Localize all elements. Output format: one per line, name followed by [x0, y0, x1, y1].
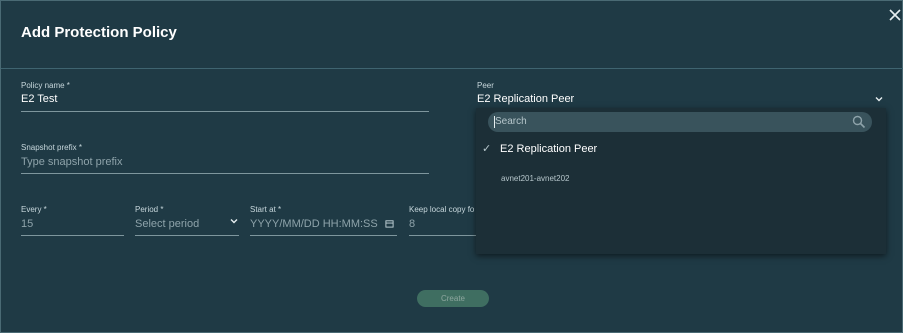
start-at-label: Start at * — [250, 205, 282, 214]
dropdown-option-e2-replication-peer[interactable]: ✓ E2 Replication Peer — [476, 138, 886, 162]
every-value: 15 — [21, 218, 34, 230]
policy-name-field[interactable]: Policy name * E2 Test — [21, 81, 429, 112]
keep-local-copy-value: 8 — [409, 218, 416, 230]
period-label: Period * — [135, 205, 164, 214]
search-placeholder: Search — [495, 116, 527, 127]
close-icon[interactable] — [887, 7, 903, 23]
chevron-down-icon[interactable] — [874, 94, 884, 104]
checkmark-icon: ✓ — [482, 143, 492, 155]
period-select[interactable]: Period * Select period — [135, 205, 239, 236]
peer-dropdown-menu: Search ✓ E2 Replication Peer avnet201-av… — [476, 108, 886, 254]
start-at-placeholder: YYYY/MM/DD HH:MM:SS — [250, 218, 378, 230]
start-at-field[interactable]: Start at * YYYY/MM/DD HH:MM:SS — [250, 205, 397, 236]
dialog-header: Add Protection Policy — [1, 1, 903, 69]
peer-select[interactable]: Peer E2 Replication Peer — [477, 81, 889, 107]
policy-name-label: Policy name * — [21, 81, 70, 90]
dropdown-option-avnet201-avnet202[interactable]: avnet201-avnet202 — [501, 174, 570, 183]
chevron-down-icon[interactable] — [229, 216, 239, 226]
keep-local-copy-label: Keep local copy fo — [409, 205, 475, 214]
peer-value: E2 Replication Peer — [477, 93, 575, 105]
dialog-title: Add Protection Policy — [21, 24, 177, 41]
search-icon — [852, 115, 866, 129]
dropdown-option-label: E2 Replication Peer — [500, 143, 598, 155]
calendar-icon[interactable] — [385, 219, 394, 228]
policy-name-value: E2 Test — [21, 93, 58, 105]
peer-label: Peer — [477, 81, 494, 90]
snapshot-prefix-field[interactable]: Snapshot prefix * Type snapshot prefix — [21, 143, 429, 174]
period-placeholder: Select period — [135, 218, 200, 230]
create-button[interactable]: Create — [417, 290, 489, 307]
snapshot-prefix-label: Snapshot prefix * — [21, 143, 82, 152]
snapshot-prefix-placeholder: Type snapshot prefix — [21, 156, 123, 168]
dropdown-search-input[interactable]: Search — [488, 112, 872, 132]
every-label: Every * — [21, 205, 47, 214]
every-field[interactable]: Every * 15 — [21, 205, 124, 236]
add-protection-policy-dialog: Add Protection Policy Policy name * E2 T… — [0, 0, 903, 333]
keep-local-copy-field[interactable]: Keep local copy fo 8 — [409, 205, 476, 236]
